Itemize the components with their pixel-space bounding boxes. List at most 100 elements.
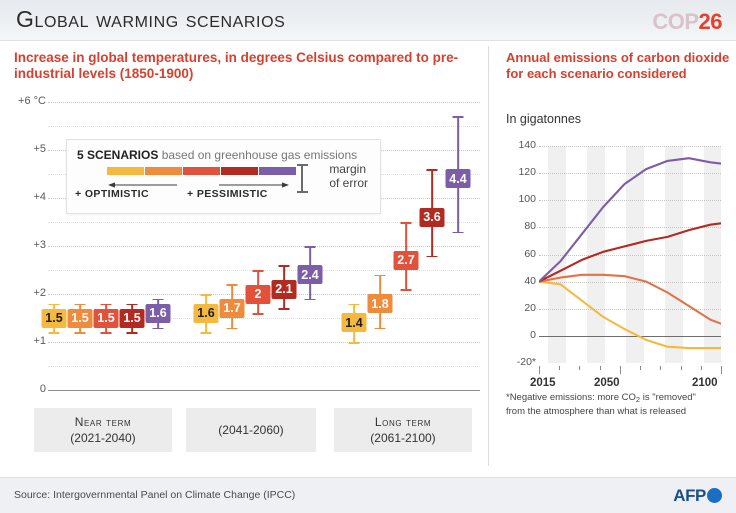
- x-axis-tick-label: 2015: [530, 377, 556, 389]
- x-axis-tick-label: 2100: [692, 377, 718, 389]
- period-box: Long term (2061-2100): [334, 408, 472, 452]
- emissions-plot-area: [539, 146, 721, 363]
- gridline: [48, 342, 480, 343]
- x-axis-tick: [539, 366, 540, 374]
- scenario-value-badge: 3.6: [419, 207, 445, 227]
- emissions-series-group: [539, 157, 721, 350]
- legend-title: 5 SCENARIOS based on greenhouse gas emis…: [77, 148, 357, 162]
- error-bar-cap-top: [426, 169, 438, 171]
- x-axis-tick: [660, 366, 662, 370]
- error-bar-cap-bottom: [126, 332, 138, 335]
- legend-title-bold: 5 SCENARIOS: [77, 148, 159, 162]
- error-bar-cap-top: [252, 270, 264, 272]
- afp-logo: AFP: [673, 486, 722, 506]
- emissions-line-scenario5: [539, 157, 721, 283]
- x-axis-tick: [640, 366, 642, 370]
- header-bar: Global warming scenarios COP26: [0, 0, 736, 41]
- scenario-value-badge: 1.4: [341, 313, 367, 333]
- error-bar-cap-bottom: [48, 332, 60, 335]
- cop26-logo-word: COP: [652, 9, 699, 34]
- scenario-value-badge: 2.4: [297, 265, 323, 285]
- error-bar-cap-top: [348, 303, 360, 306]
- error-bar-cap-bottom: [226, 327, 238, 330]
- error-bar-cap-bottom: [400, 289, 412, 291]
- y-axis-tick-label: +1: [33, 335, 46, 347]
- cop26-logo: COP26: [652, 9, 722, 35]
- error-bar-cap-top: [374, 274, 386, 277]
- legend-swatch-5: [259, 167, 296, 175]
- emissions-y-tick-label: 140: [518, 139, 536, 151]
- error-bar-cap-bottom: [348, 342, 360, 344]
- emissions-chart: -20* 0 20 40 60 80 100 120 140 2015 2050 2100: [506, 139, 728, 389]
- emissions-y-tick-label: 100: [518, 193, 536, 206]
- error-bar-cap-bottom: [100, 332, 112, 335]
- temperature-panel: Increase in global temperatures, in degr…: [0, 40, 488, 477]
- scenario-value-badge: 1.8: [367, 294, 393, 314]
- error-bar-cap-bottom: [252, 313, 264, 315]
- margin-of-error-line1: margin: [329, 162, 366, 176]
- error-bar-cap-bottom: [278, 308, 290, 311]
- scenario-value-badge: 1.6: [193, 303, 219, 323]
- gridline: [48, 126, 480, 127]
- afp-logo-dot: [707, 488, 722, 503]
- emissions-y-tick-label: 20: [524, 301, 536, 314]
- page-title: Global warming scenarios: [16, 6, 286, 32]
- source-credit: Source: Intergovernmental Panel on Clima…: [14, 489, 296, 501]
- x-axis-tick-label: 2050: [594, 377, 620, 389]
- error-bar-cap-top: [74, 303, 86, 306]
- x-axis-tick: [700, 366, 702, 370]
- period-name: Near term: [74, 415, 132, 429]
- period-box: Near term (2021-2040): [34, 408, 172, 452]
- period-range: (2041-2060): [218, 423, 284, 437]
- error-bar-cap-top: [452, 116, 464, 119]
- error-bar-cap-bottom: [304, 298, 316, 301]
- footnote-part2: is "removed": [640, 392, 696, 403]
- footnote-line2: from the atmosphere than what is release…: [506, 406, 687, 417]
- emissions-footnote: *Negative emissions: more CO2 is "remove…: [506, 392, 734, 418]
- emissions-y-tick-label: 60: [524, 247, 536, 260]
- error-bar-cap-top: [226, 284, 238, 287]
- error-bar-cap-top: [48, 303, 60, 306]
- scenario-value-badge: 1.7: [219, 298, 245, 318]
- scenario-value-badge: 1.5: [119, 308, 145, 328]
- legend-swatch-1: [107, 167, 144, 175]
- x-axis-tick: [579, 366, 581, 370]
- infographic-page: Global warming scenarios COP26 Increase …: [0, 0, 736, 513]
- legend-swatch-2: [145, 167, 182, 175]
- period-range: (2021-2040): [70, 431, 136, 445]
- error-bar-cap-bottom: [452, 231, 464, 234]
- legend-optimistic-label: + OPTIMISTIC: [75, 188, 149, 200]
- scenario-value-badge: 4.4: [445, 169, 471, 189]
- emissions-y-tick-label: 40: [524, 274, 536, 287]
- period-box: (2041-2060): [186, 408, 316, 452]
- error-bar-cap-top: [126, 303, 138, 306]
- scenario-value-badge: 1.5: [93, 308, 119, 328]
- error-bar-cap-bottom: [152, 327, 164, 330]
- error-bar-cap-top: [278, 265, 290, 267]
- panel-divider: [488, 46, 489, 466]
- emissions-line-scenario1: [539, 280, 721, 350]
- gridline: [48, 270, 480, 271]
- scenario-value-badge: 1.5: [41, 308, 67, 328]
- scenario-value-badge: 2: [245, 284, 271, 304]
- scenario-value-badge: 2.7: [393, 250, 419, 270]
- scenario-value-badge: 1.6: [145, 303, 171, 323]
- emissions-y-tick-label: 80: [524, 220, 536, 233]
- y-axis-tick-label: +2: [33, 287, 46, 299]
- x-axis-tick: [599, 366, 601, 370]
- margin-of-error-cap-top: [297, 164, 308, 166]
- footnote-part1: *Negative emissions: more CO: [506, 392, 636, 403]
- margin-of-error-label: margin of error: [329, 162, 368, 190]
- margin-of-error-line2: of error: [329, 176, 368, 190]
- margin-of-error-bar: [301, 164, 303, 192]
- y-axis-tick-label: +4: [33, 191, 46, 203]
- afp-wordmark: AFP: [673, 486, 706, 505]
- scenarios-legend: 5 SCENARIOS based on greenhouse gas emis…: [66, 139, 381, 214]
- x-axis-tick: [559, 366, 561, 370]
- y-axis-tick-label: +3: [33, 239, 46, 251]
- emissions-panel: Annual emissions of carbon dioxide for e…: [497, 40, 736, 477]
- error-bar-cap-bottom: [426, 255, 438, 258]
- x-axis-tick: [721, 366, 722, 374]
- error-bar-cap-bottom: [200, 332, 212, 335]
- error-bar-cap-top: [100, 303, 112, 306]
